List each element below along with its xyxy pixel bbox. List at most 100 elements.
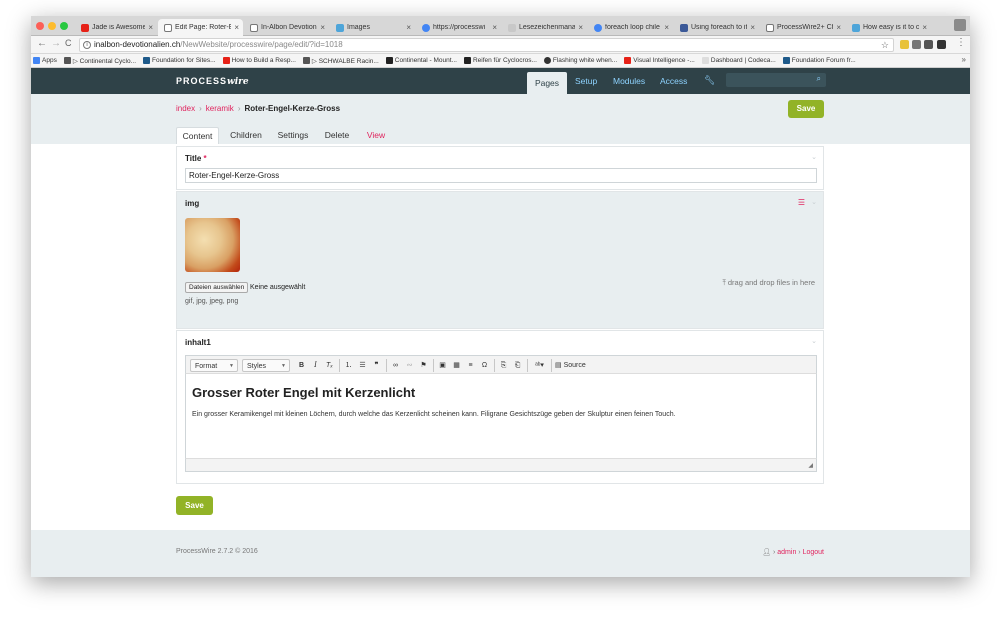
close-tab-icon[interactable]: ×	[406, 23, 411, 32]
styles-dropdown[interactable]: Styles ▼	[242, 359, 290, 372]
breadcrumb-keramik[interactable]: keramik	[206, 104, 234, 113]
browser-tab[interactable]: Jade is Awesome ×	[75, 19, 157, 36]
maximize-window-icon[interactable]	[60, 22, 68, 30]
page-subheader: index › keramik › Roter-Engel-Kerze-Gross Sa…	[31, 94, 970, 144]
logout-link[interactable]: Logout	[803, 549, 824, 556]
tab-settings[interactable]: Settings	[275, 127, 311, 144]
extension-icon[interactable]	[900, 40, 909, 49]
more-bookmarks-icon[interactable]: »	[962, 55, 966, 64]
tab-content[interactable]: Content	[176, 127, 219, 144]
special-char-icon[interactable]: Ω	[479, 359, 490, 372]
horizontal-rule-icon[interactable]: ≡	[465, 359, 476, 372]
bookmark-item[interactable]: Dashboard | Codeca...	[701, 57, 776, 64]
minimize-window-icon[interactable]	[48, 22, 56, 30]
paste-word-icon[interactable]: ⎗	[512, 359, 523, 372]
bookmark-item[interactable]: Reifen für Cyclocros...	[463, 57, 537, 64]
numbered-list-icon[interactable]: ⒈	[343, 359, 354, 372]
unlink-icon[interactable]: ∾	[404, 359, 415, 372]
bookmark-item[interactable]: Flashing white when...	[543, 57, 617, 64]
search-input[interactable]: ⌕	[726, 73, 826, 87]
anchor-flag-icon[interactable]: ⚑	[418, 359, 429, 372]
close-tab-icon[interactable]: ×	[664, 23, 669, 32]
browser-tab[interactable]: ProcessWire2+ Ch ×	[760, 19, 845, 36]
tab-delete[interactable]: Delete	[321, 127, 353, 144]
bookmark-item[interactable]: How to Build a Resp...	[222, 57, 296, 64]
forward-icon[interactable]: →	[51, 38, 61, 49]
source-button[interactable]: ▤ Source	[555, 359, 595, 372]
close-tab-icon[interactable]: ×	[578, 23, 583, 32]
foundation-icon	[143, 57, 150, 64]
table-icon[interactable]: ▦	[451, 359, 462, 372]
foundation-icon	[782, 57, 790, 64]
close-tab-icon[interactable]: ×	[320, 23, 325, 32]
bookmark-item[interactable]: Apps	[33, 57, 57, 64]
collapse-chevron-icon[interactable]: ⌄	[811, 153, 817, 161]
wrench-icon[interactable]: 🔧︎	[704, 75, 715, 86]
save-button-top[interactable]: Save	[788, 100, 824, 118]
link-icon[interactable]: ∞	[390, 359, 401, 372]
bookmark-item[interactable]: Visual Intelligence -...	[624, 57, 695, 64]
nav-modules[interactable]: Modules	[613, 76, 645, 86]
bookmark-item[interactable]: Foundation Forum fr...	[782, 57, 856, 64]
close-tab-icon[interactable]: ×	[492, 23, 497, 32]
close-window-icon[interactable]	[36, 22, 44, 30]
bulleted-list-icon[interactable]: ☰	[357, 359, 368, 372]
bookmark-star-icon[interactable]: ☆	[881, 39, 889, 51]
extension-icon[interactable]	[912, 40, 921, 49]
image-icon[interactable]: ▣	[437, 359, 448, 372]
rich-text-editor[interactable]: Grosser Roter Engel mit Kerzenlicht Ein …	[185, 374, 817, 458]
title-input[interactable]: Roter-Engel-Kerze-Gross	[185, 168, 817, 183]
bookmark-item[interactable]: Continental - Mount...	[385, 57, 457, 64]
remove-format-icon[interactable]: Tₓ	[324, 359, 335, 372]
url-input[interactable]: i inalbon-devotionalien.ch/NewWebsite/pr…	[79, 38, 894, 52]
info-icon[interactable]: i	[83, 41, 91, 49]
processwire-logo[interactable]: PROCESSwire	[176, 76, 249, 87]
browser-tab[interactable]: Using foreach to it ×	[674, 19, 759, 36]
list-view-icon[interactable]: ☰	[798, 198, 805, 207]
url-domain: inalbon-devotionalien.ch	[94, 40, 181, 49]
user-link[interactable]: admin	[777, 549, 796, 556]
bookmark-item[interactable]: ▷ Continental Cyclo...	[63, 57, 136, 65]
profile-icon[interactable]	[954, 19, 966, 31]
back-icon[interactable]: ←	[37, 38, 47, 49]
breadcrumb-index[interactable]: index	[176, 104, 195, 113]
extension-icon[interactable]	[924, 40, 933, 49]
choose-file-button[interactable]: Dateien auswählen	[185, 282, 249, 293]
bookmark-item[interactable]: ▷ SCHWALBE Racin...	[302, 57, 379, 65]
pw-footer: ProcessWire 2.7.2 © 2016 👤︎ › admin › Lo…	[31, 530, 970, 577]
bookmark-item[interactable]: Foundation for Sites...	[143, 57, 216, 64]
browser-tab[interactable]: How easy is it to c ×	[846, 19, 931, 36]
resize-handle-icon[interactable]: ◢	[808, 462, 813, 469]
blockquote-icon[interactable]: ❞	[371, 359, 382, 372]
menu-icon[interactable]: ⋮	[956, 37, 966, 48]
bold-button[interactable]: B	[296, 359, 307, 372]
extension-icon[interactable]	[937, 40, 946, 49]
browser-tab[interactable]: foreach loop chile ×	[588, 19, 673, 36]
close-tab-icon[interactable]: ×	[148, 23, 153, 32]
close-tab-icon[interactable]: ×	[922, 23, 927, 32]
nav-pages[interactable]: Pages	[527, 72, 567, 94]
spellcheck-icon[interactable]: ᵃᵇ▾	[531, 359, 548, 372]
close-tab-icon[interactable]: ×	[234, 23, 239, 32]
tab-view[interactable]: View	[364, 127, 388, 144]
format-dropdown[interactable]: Format ▼	[190, 359, 238, 372]
italic-button[interactable]: I	[310, 359, 321, 372]
browser-tab-active[interactable]: Edit Page: Roter-E ×	[158, 19, 243, 36]
browser-tab[interactable]: Lesezeichenmana ×	[502, 19, 587, 36]
save-button-bottom[interactable]: Save	[176, 496, 213, 515]
collapse-chevron-icon[interactable]: ⌄	[811, 337, 817, 345]
close-tab-icon[interactable]: ×	[836, 23, 841, 32]
browser-tab[interactable]: In-Albon Devotion ×	[244, 19, 329, 36]
paste-text-icon[interactable]: ⎘	[498, 359, 509, 372]
browser-tab[interactable]: https://processwi ×	[416, 19, 501, 36]
bookmark-label: Apps	[42, 57, 57, 64]
breadcrumb: index › keramik › Roter-Engel-Kerze-Gross	[176, 104, 340, 113]
nav-access[interactable]: Access	[660, 76, 687, 86]
tab-children[interactable]: Children	[228, 127, 264, 144]
image-thumbnail[interactable]	[185, 218, 240, 272]
collapse-chevron-icon[interactable]: ⌄	[811, 198, 817, 206]
reload-icon[interactable]: C	[65, 38, 72, 48]
nav-setup[interactable]: Setup	[575, 76, 597, 86]
close-tab-icon[interactable]: ×	[750, 23, 755, 32]
browser-tab[interactable]: Images ×	[330, 19, 415, 36]
